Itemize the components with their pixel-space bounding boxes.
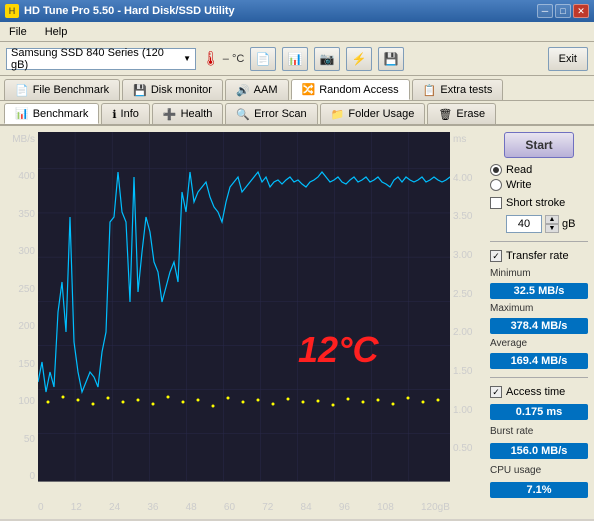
aam-icon: 🔊: [236, 84, 250, 97]
tab-folder-usage[interactable]: 📁 Folder Usage: [320, 103, 426, 124]
access-time-value: 0.175 ms: [490, 404, 588, 420]
toolbar-btn-2[interactable]: 📊: [282, 47, 308, 71]
transfer-rate-box[interactable]: ✓: [490, 250, 502, 262]
toolbar-btn-4[interactable]: ⚡: [346, 47, 372, 71]
maximum-value: 378.4 MB/s: [490, 318, 588, 334]
radio-read[interactable]: Read: [490, 164, 588, 176]
tab-file-benchmark[interactable]: 📄 File Benchmark: [4, 79, 120, 100]
toolbar: Samsung SSD 840 Series (120 gB) ▼ 🌡 – °C…: [0, 42, 594, 76]
menu-help[interactable]: Help: [41, 25, 72, 39]
main-content: MB/s 400 350 300 250 200 150 100 50 0: [0, 126, 594, 519]
tab-disk-monitor[interactable]: 💾 Disk monitor: [122, 79, 223, 100]
minimize-button[interactable]: ─: [537, 4, 553, 18]
cpu-usage-label: CPU usage: [490, 465, 588, 476]
erase-icon: 🗑: [438, 108, 452, 121]
y-axis-right: ms 4.00 3.50 3.00 2.50 2.00 1.50 1.00 0.…: [450, 132, 480, 500]
window-controls: ─ □ ✕: [537, 4, 589, 18]
minimum-label: Minimum: [490, 268, 588, 279]
radio-write[interactable]: Write: [490, 179, 588, 191]
toolbar-btn-1[interactable]: 📄: [250, 47, 276, 71]
cpu-usage-value: 7.1%: [490, 482, 588, 498]
x-axis-labels: 0 12 24 36 48 60 72 84 96 108 120gB: [8, 500, 480, 513]
maximize-button[interactable]: □: [555, 4, 571, 18]
tabs-row1: 📄 File Benchmark 💾 Disk monitor 🔊 AAM 🔀 …: [0, 76, 594, 101]
tab-error-scan[interactable]: 🔍 Error Scan: [225, 103, 317, 124]
tab-benchmark[interactable]: 📊 Benchmark: [4, 103, 99, 124]
burst-rate-value: 156.0 MB/s: [490, 443, 588, 459]
gb-input-group: ▲ ▼ gB: [506, 215, 588, 233]
spin-down[interactable]: ▼: [545, 224, 559, 233]
y-axis-left: MB/s 400 350 300 250 200 150 100 50 0: [8, 132, 38, 500]
menu-bar: File Help: [0, 22, 594, 42]
spin-up[interactable]: ▲: [545, 215, 559, 224]
toolbar-btn-3[interactable]: 📷: [314, 47, 340, 71]
thermometer-icon: 🌡: [202, 50, 220, 67]
radio-read-circle[interactable]: [490, 164, 502, 176]
average-value: 169.4 MB/s: [490, 353, 588, 369]
tabs-row2: 📊 Benchmark ℹ Info ➕ Health 🔍 Error Scan…: [0, 101, 594, 126]
radio-write-circle[interactable]: [490, 179, 502, 191]
divider-2: [490, 377, 588, 378]
exit-button[interactable]: Exit: [548, 47, 588, 71]
toolbar-btn-5[interactable]: 💾: [378, 47, 404, 71]
file-benchmark-icon: 📄: [15, 84, 29, 97]
transfer-rate-checkbox[interactable]: ✓ Transfer rate: [490, 250, 588, 262]
short-stroke-checkbox[interactable]: Short stroke: [490, 197, 588, 209]
tab-random-access[interactable]: 🔀 Random Access: [291, 79, 410, 100]
benchmark-icon: 📊: [15, 107, 29, 120]
average-label: Average: [490, 338, 588, 349]
chart-canvas-wrapper: 12°C: [38, 132, 450, 500]
tab-aam[interactable]: 🔊 AAM: [225, 79, 289, 100]
window-title: HD Tune Pro 5.50 - Hard Disk/SSD Utility: [24, 5, 235, 17]
health-icon: ➕: [163, 108, 177, 121]
app-icon: H: [5, 4, 19, 18]
access-time-checkbox[interactable]: ✓ Access time: [490, 386, 588, 398]
dropdown-arrow-icon: ▼: [183, 54, 191, 63]
side-panel: Start Read Write Short stroke ▲ ▼ gB: [484, 126, 594, 519]
burst-rate-label: Burst rate: [490, 426, 588, 437]
maximum-label: Maximum: [490, 303, 588, 314]
extra-tests-icon: 📋: [423, 84, 437, 97]
menu-file[interactable]: File: [5, 25, 31, 39]
spin-buttons: ▲ ▼: [545, 215, 559, 233]
random-access-icon: 🔀: [302, 83, 316, 96]
minimum-value: 32.5 MB/s: [490, 283, 588, 299]
disk-monitor-icon: 💾: [133, 84, 147, 97]
folder-usage-icon: 📁: [331, 108, 345, 121]
chart-area: MB/s 400 350 300 250 200 150 100 50 0: [0, 126, 484, 519]
divider-1: [490, 241, 588, 242]
gb-input[interactable]: [506, 215, 542, 233]
tab-erase[interactable]: 🗑 Erase: [427, 103, 496, 124]
drive-selector[interactable]: Samsung SSD 840 Series (120 gB) ▼: [6, 48, 196, 70]
temperature-text: 12°C: [298, 329, 379, 370]
start-button[interactable]: Start: [504, 132, 574, 158]
info-icon: ℹ: [112, 108, 116, 121]
tab-info[interactable]: ℹ Info: [101, 103, 150, 124]
close-button[interactable]: ✕: [573, 4, 589, 18]
error-scan-icon: 🔍: [236, 108, 250, 121]
short-stroke-box[interactable]: [490, 197, 502, 209]
temperature-display: 🌡 – °C: [202, 50, 244, 67]
tab-extra-tests[interactable]: 📋 Extra tests: [412, 79, 504, 100]
access-time-box[interactable]: ✓: [490, 386, 502, 398]
stats-section: Minimum 32.5 MB/s Maximum 378.4 MB/s Ave…: [490, 268, 588, 369]
tab-health[interactable]: ➕ Health: [152, 103, 224, 124]
chart-svg: 12°C: [38, 132, 450, 500]
title-bar: H HD Tune Pro 5.50 - Hard Disk/SSD Utili…: [0, 0, 594, 22]
radio-group: Read Write: [490, 164, 588, 191]
